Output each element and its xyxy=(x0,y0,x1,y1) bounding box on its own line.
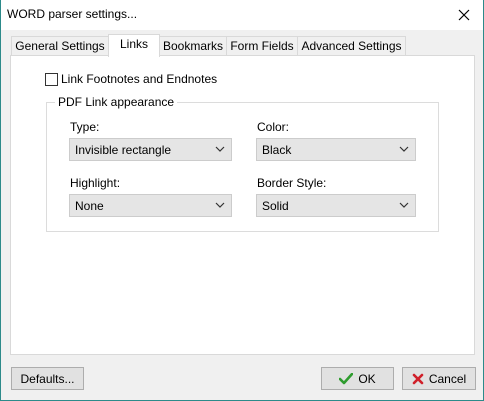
color-label: Color: xyxy=(257,120,290,134)
chevron-down-icon xyxy=(399,202,409,208)
color-select[interactable]: Black xyxy=(256,138,416,161)
window-title: WORD parser settings... xyxy=(7,7,138,21)
ok-button[interactable]: OK xyxy=(321,367,394,390)
defaults-button[interactable]: Defaults... xyxy=(11,367,84,390)
ok-button-label: OK xyxy=(358,371,376,386)
type-select[interactable]: Invisible rectangle xyxy=(69,138,232,161)
tab-general-settings[interactable]: General Settings xyxy=(11,36,109,56)
defaults-button-label: Defaults... xyxy=(20,371,75,386)
tab-links[interactable]: Links xyxy=(108,34,160,57)
link-footnotes-label: Link Footnotes and Endnotes xyxy=(61,72,218,86)
tab-form-fields[interactable]: Form Fields xyxy=(226,36,298,56)
close-button[interactable] xyxy=(449,3,479,27)
checkmark-icon xyxy=(339,372,354,385)
border-style-label: Border Style: xyxy=(257,176,327,190)
links-panel: Link Footnotes and Endnotes PDF Link app… xyxy=(10,55,475,355)
highlight-label: Highlight: xyxy=(70,176,121,190)
highlight-select[interactable]: None xyxy=(69,194,232,217)
link-footnotes-checkbox[interactable] xyxy=(45,72,58,86)
type-label: Type: xyxy=(70,120,100,134)
settings-dialog: WORD parser settings... General Settings… xyxy=(0,0,484,401)
border-style-value: Solid xyxy=(262,198,289,213)
title-bar[interactable]: WORD parser settings... xyxy=(1,0,483,30)
chevron-down-icon xyxy=(399,146,409,152)
cancel-x-icon xyxy=(412,373,424,385)
chevron-down-icon xyxy=(215,202,225,208)
tab-advanced-settings[interactable]: Advanced Settings xyxy=(297,36,406,56)
pdf-link-appearance-group: PDF Link appearance Type: Invisible rect… xyxy=(46,95,439,232)
link-footnotes-option[interactable]: Link Footnotes and Endnotes xyxy=(45,72,217,86)
tab-bookmarks[interactable]: Bookmarks xyxy=(159,36,227,56)
cancel-button[interactable]: Cancel xyxy=(402,367,476,390)
type-value: Invisible rectangle xyxy=(75,142,172,157)
highlight-value: None xyxy=(75,198,104,213)
cancel-button-label: Cancel xyxy=(428,371,467,386)
group-title: PDF Link appearance xyxy=(55,95,178,109)
chevron-down-icon xyxy=(215,146,225,152)
color-value: Black xyxy=(262,142,292,157)
close-icon xyxy=(458,9,470,21)
border-style-select[interactable]: Solid xyxy=(256,194,416,217)
